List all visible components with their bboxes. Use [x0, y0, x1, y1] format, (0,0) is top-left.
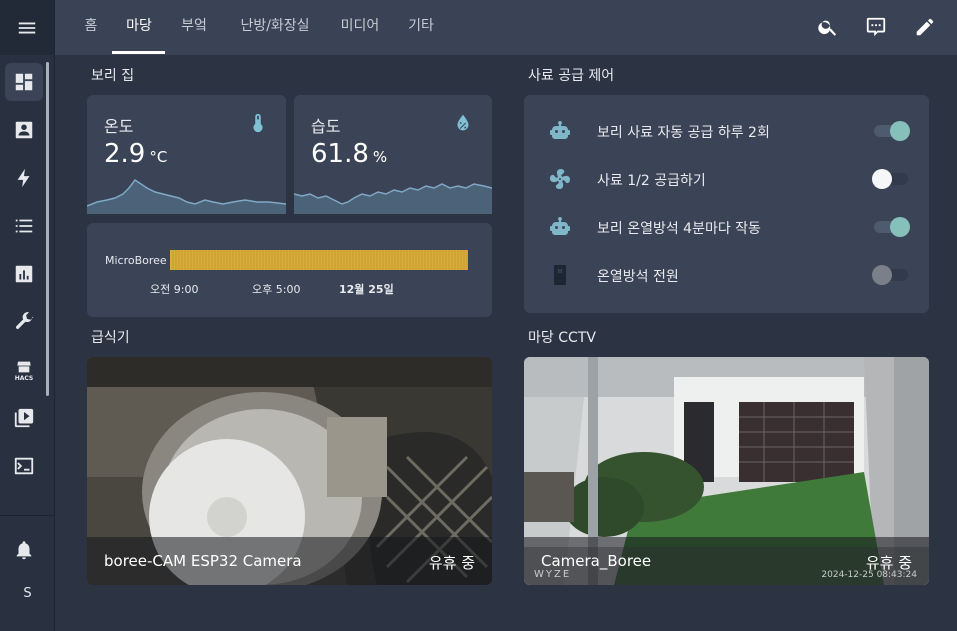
temperature-card[interactable]: 온도 2.9 °C — [87, 95, 286, 214]
timeline-tick-date: 12월 25일 — [339, 283, 394, 296]
sidebar-item-developer-tools[interactable] — [5, 303, 43, 341]
assist-button[interactable] — [863, 14, 889, 40]
toggle-half-feed[interactable] — [872, 169, 908, 189]
control-row-heat-pad-power[interactable]: 온열방석 전원 — [524, 255, 929, 295]
humidity-unit: % — [372, 148, 388, 166]
control-label-half-feed: 사료 1/2 공급하기 — [597, 173, 706, 189]
tab-home[interactable]: 홈 — [77, 0, 105, 55]
tab-media[interactable]: 미디어 — [335, 0, 385, 55]
toggle-auto-feed[interactable] — [872, 121, 910, 141]
tab-kitchen[interactable]: 부엌 — [172, 0, 216, 55]
sidebar-item-notifications[interactable] — [5, 531, 43, 569]
search-button[interactable] — [815, 14, 841, 40]
yard-camera-footer: Camera_Boree 유휴 중 WYZE 2024-12-25 08:43:… — [524, 537, 929, 585]
section-title-boree-house: 보리 집 — [91, 68, 135, 84]
toggle-heat-pad-power[interactable] — [872, 265, 908, 285]
sidebar-item-hacs[interactable]: HACS — [5, 351, 43, 389]
robot-icon — [548, 119, 572, 143]
search-icon — [818, 20, 837, 36]
control-label-auto-feed: 보리 사료 자동 공급 하루 2회 — [597, 125, 770, 141]
control-row-heat-pad-cycle[interactable]: 보리 온열방석 4분마다 작동 — [524, 207, 929, 247]
menu-button[interactable] — [0, 0, 54, 55]
feeder-camera-card[interactable]: boree-CAM ESP32 Camera 유휴 중 — [87, 357, 492, 585]
feed-control-card: 보리 사료 자동 공급 하루 2회 사료 1/2 공급하기 보리 온열방석 4분… — [524, 95, 929, 313]
sidebar-divider — [0, 515, 55, 516]
assist-icon — [866, 17, 886, 37]
toggle-heat-pad-cycle[interactable] — [872, 217, 910, 237]
sidebar-item-logbook[interactable] — [5, 207, 43, 245]
top-bar: 홈 마당 부엌 난방/화장실 미디어 기타 — [55, 0, 957, 55]
robot-icon — [548, 215, 572, 239]
bell-icon — [16, 541, 32, 560]
thermometer-icon — [247, 112, 269, 134]
humidity-readout: 61.8% — [311, 139, 387, 169]
humidity-card[interactable]: 습도 61.8% — [294, 95, 492, 214]
sidebar-item-terminal[interactable] — [5, 447, 43, 485]
control-row-half-feed[interactable]: 사료 1/2 공급하기 — [524, 159, 929, 199]
control-label-heat-pad-power: 온열방석 전원 — [597, 269, 679, 285]
fan-icon — [548, 167, 572, 191]
chart-icon — [15, 265, 33, 283]
temperature-unit: °C — [149, 148, 168, 166]
terminal-icon — [14, 457, 34, 475]
humidity-label: 습도 — [311, 117, 341, 136]
feeder-camera-state: 유휴 중 — [428, 554, 475, 572]
section-title-feed-control: 사료 공급 제어 — [528, 68, 615, 84]
person-card-icon — [15, 121, 33, 139]
sidebar-item-overview[interactable] — [5, 63, 43, 101]
feeder-camera-name: boree-CAM ESP32 Camera — [104, 552, 302, 570]
humidity-sparkline — [294, 183, 492, 214]
pencil-icon — [916, 18, 934, 36]
history-timeline-card[interactable]: MicroBoree 오전 9:00 오후 5:00 12월 25일 — [87, 223, 492, 317]
yard-camera-name: Camera_Boree — [541, 552, 652, 570]
temperature-sparkline — [87, 178, 286, 214]
user-avatar[interactable]: S — [0, 586, 55, 601]
media-icon — [14, 408, 34, 428]
sidebar-scrollbar[interactable] — [46, 62, 49, 396]
yard-camera-timestamp: 2024-12-25 08:43:24 — [821, 570, 917, 580]
active-tab-indicator — [112, 51, 165, 54]
tab-yard[interactable]: 마당 — [115, 0, 163, 55]
list-icon — [15, 219, 33, 233]
lightning-icon — [17, 168, 30, 188]
dashboard-icon — [15, 73, 33, 91]
sidebar-item-history[interactable] — [5, 255, 43, 293]
timeline-entity-label: MicroBoree — [105, 254, 167, 267]
sidebar-item-profile[interactable] — [5, 111, 43, 149]
temperature-label: 온도 — [104, 117, 134, 136]
hacs-label: HACS — [14, 374, 34, 382]
yard-camera-brand-watermark: WYZE — [534, 569, 572, 580]
tab-etc[interactable]: 기타 — [402, 0, 440, 55]
hacs-store-icon — [17, 361, 31, 372]
timeline-tick-evening: 오후 5:00 — [252, 283, 301, 296]
control-label-heat-pad-cycle: 보리 온열방석 4분마다 작동 — [597, 221, 761, 237]
feeder-camera-footer: boree-CAM ESP32 Camera 유휴 중 — [87, 537, 492, 585]
timeline-bar[interactable] — [170, 250, 468, 270]
control-row-auto-feed[interactable]: 보리 사료 자동 공급 하루 2회 — [524, 111, 929, 151]
wrench-icon — [15, 312, 34, 329]
edit-dashboard-button[interactable] — [912, 14, 938, 40]
sidebar-item-energy[interactable] — [5, 159, 43, 197]
sidebar: HACS S — [0, 0, 55, 631]
tab-heating-bathroom[interactable]: 난방/화장실 — [230, 0, 320, 55]
section-title-yard-cctv: 마당 CCTV — [528, 330, 596, 346]
timeline-tick-morning: 오전 9:00 — [150, 283, 199, 296]
temperature-value: 2.9 — [104, 139, 146, 169]
section-title-feeder: 급식기 — [91, 330, 130, 346]
temperature-readout: 2.9 °C — [104, 139, 167, 169]
water-percent-icon — [452, 112, 474, 134]
hamburger-icon — [18, 22, 36, 33]
yard-camera-card[interactable]: Camera_Boree 유휴 중 WYZE 2024-12-25 08:43:… — [524, 357, 929, 585]
humidity-value: 61.8 — [311, 139, 369, 169]
sidebar-item-media[interactable] — [5, 399, 43, 437]
plug-icon — [548, 263, 572, 287]
